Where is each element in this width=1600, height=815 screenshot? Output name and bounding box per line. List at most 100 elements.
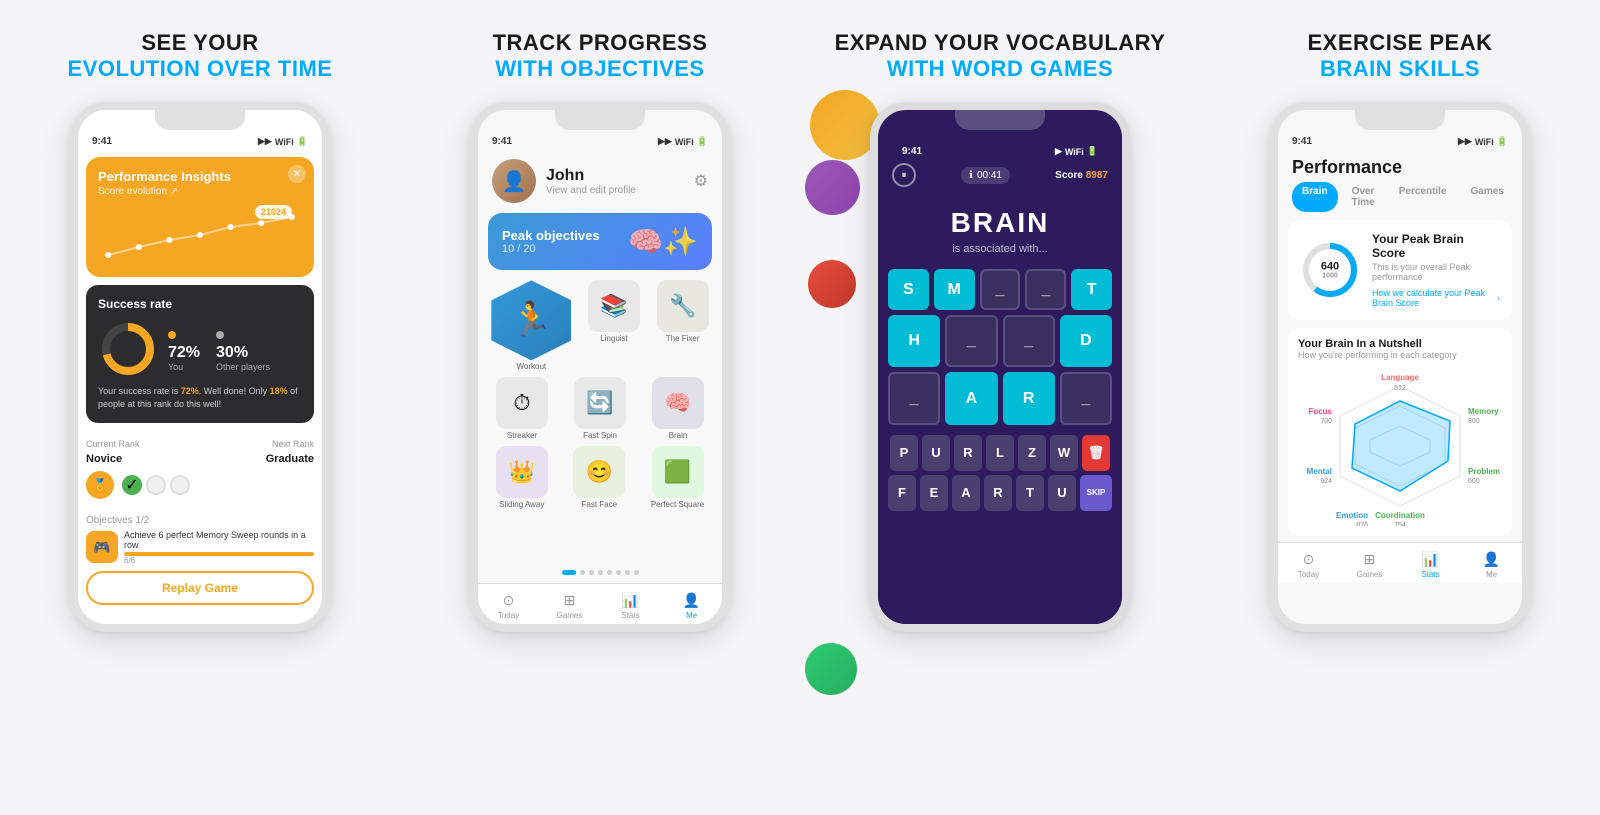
svg-text:Language: Language [1381,373,1419,382]
tab4-games[interactable]: ⊞ Games [1339,551,1400,579]
obj-banner-icon: 🧠✨ [628,225,698,258]
tab-bar-4: ⊙ Today ⊞ Games 📊 Stats 👤 Me [1278,542,1522,583]
perf-tab-percentile[interactable]: Percentile [1389,182,1457,212]
tab4-today-icon: ⊙ [1303,551,1315,568]
cell-d: D [1060,315,1112,367]
key-delete[interactable]: 🗑 [1082,435,1110,471]
game-perfectsquare[interactable]: 🟩 Perfect Square [651,446,704,509]
game-linguist-label: Linguist [600,334,628,343]
phone3-time: 9:41 [902,146,922,157]
nutshell-section: Your Brain In a Nutshell How you're perf… [1288,328,1512,536]
cell-blank5[interactable]: _ [888,372,940,424]
avatar[interactable]: 👤 [492,159,536,203]
svg-text:800: 800 [1468,418,1480,425]
game-streaker[interactable]: ⏱ Streaker [496,377,548,440]
tab4-me[interactable]: 👤 Me [1461,551,1522,579]
game-linguist[interactable]: 📚 Linguist [588,280,640,371]
tab4-stats-icon: 📊 [1422,551,1439,568]
tab-today-icon: ⊙ [503,592,515,609]
key-a2[interactable]: A [952,475,980,511]
cell-blank3[interactable]: _ [945,315,997,367]
tab-stats[interactable]: 📊 Stats [600,592,661,620]
panel-evolution: SEE YOUR EVOLUTION OVER TIME 9:41 ▶▶WiFi… [0,0,400,815]
game-row-3: 👑 Sliding Away 😊 Fast Face 🟩 Perfect Squ… [486,446,714,509]
panel4-title-top: EXERCISE PEAK [1308,30,1493,56]
radar-chart: Language 512 Memory 800 Problem 600 Coor… [1298,366,1502,526]
tab4-stats[interactable]: 📊 Stats [1400,551,1461,579]
obj-progress-label: 6/6 [124,556,314,565]
game-fixer[interactable]: 🔧 The Fixer [657,280,709,371]
dot-2 [580,570,585,575]
perf-tab-brain[interactable]: Brain [1292,182,1338,212]
dot-3 [589,570,594,575]
key-t[interactable]: T [1016,475,1044,511]
tab-today[interactable]: ⊙ Today [478,592,539,620]
svg-text:600: 600 [1468,478,1480,485]
perf-close[interactable]: ✕ [288,165,306,183]
key-skip[interactable]: SKIP [1080,475,1112,511]
phone4-icons: ▶▶WiFi🔋 [1458,136,1508,147]
cell-blank1[interactable]: _ [980,269,1021,310]
perf-tab-games[interactable]: Games [1461,182,1514,212]
phone4-status: 9:41 ▶▶WiFi🔋 [1278,130,1522,149]
tab-games[interactable]: ⊞ Games [539,592,600,620]
svg-text:Mental: Mental [1307,467,1332,476]
key-f[interactable]: F [888,475,916,511]
replay-button[interactable]: Replay Game [86,571,314,605]
profile-info: John View and edit profile [546,167,684,196]
rank-dot-3 [170,475,190,495]
cell-blank4[interactable]: _ [1003,315,1055,367]
obj-banner-title: Peak objectives [502,228,600,243]
phone1-status: 9:41 ▶▶WiFi🔋 [78,130,322,149]
key-u2[interactable]: U [1048,475,1076,511]
phone3-notch [955,110,1045,130]
wg-word: BRAIN [951,207,1050,239]
pause-button[interactable]: ⏸ [892,163,916,187]
key-u[interactable]: U [922,435,950,471]
game-sliding[interactable]: 👑 Sliding Away [496,446,548,509]
phone2-icons: ▶▶WiFi🔋 [658,136,708,147]
key-l[interactable]: L [986,435,1014,471]
key-r2[interactable]: R [984,475,1012,511]
key-e[interactable]: E [920,475,948,511]
game-brain-label: Brain [669,431,688,440]
phone1-icons: ▶▶WiFi🔋 [258,136,308,147]
game-featured-workout[interactable]: 🏃 Workout [491,280,571,371]
phone2-time: 9:41 [492,136,512,147]
perf-header: Performance Insights Score evolution ↗ ✕ [86,157,314,277]
dot-4 [598,570,603,575]
svg-text:512: 512 [1394,385,1406,392]
wg-assoc: is associated with... [952,243,1047,255]
tab-me[interactable]: 👤 Me [661,592,722,620]
tab4-today[interactable]: ⊙ Today [1278,551,1339,579]
gear-icon[interactable]: ⚙ [694,171,708,191]
tab4-me-icon: 👤 [1483,551,1500,568]
rank-dot-1: ✓ [122,475,142,495]
obj-banner-text: Peak objectives 10 / 20 [502,228,600,255]
phone3-icons: ▶WiFi🔋 [1055,146,1098,157]
game-fastface[interactable]: 😊 Fast Face [573,446,625,509]
nutshell-title: Your Brain In a Nutshell [1298,338,1502,350]
wg-score: Score 8987 [1055,170,1108,181]
obj-banner-progress: 10 / 20 [502,243,600,255]
sr-text: Your success rate is 72%. Well done! Onl… [98,385,302,410]
sr-stat-you: 72% You [168,326,200,372]
key-p[interactable]: P [890,435,918,471]
profile-name: John [546,167,684,185]
perf-header-title: Performance Insights [98,169,302,184]
obj-item: 🎮 Achieve 6 perfect Memory Sweep rounds … [86,530,314,565]
game-fastspin[interactable]: 🔄 Fast Spin [574,377,626,440]
tab-games-label: Games [557,611,583,620]
game-brain[interactable]: 🧠 Brain [652,377,704,440]
objectives-banner[interactable]: Peak objectives 10 / 20 🧠✨ [488,213,712,270]
game-brain-icon: 🧠 [652,377,704,429]
cell-blank6[interactable]: _ [1060,372,1112,424]
key-w[interactable]: W [1050,435,1078,471]
key-r[interactable]: R [954,435,982,471]
brain-score-link[interactable]: How we calculate your Peak Brain Score › [1372,288,1500,308]
game-sliding-label: Sliding Away [499,500,544,509]
svg-text:Coordination: Coordination [1375,511,1425,520]
key-z[interactable]: Z [1018,435,1046,471]
perf-tab-overtime[interactable]: Over Time [1342,182,1385,212]
cell-blank2[interactable]: _ [1025,269,1066,310]
